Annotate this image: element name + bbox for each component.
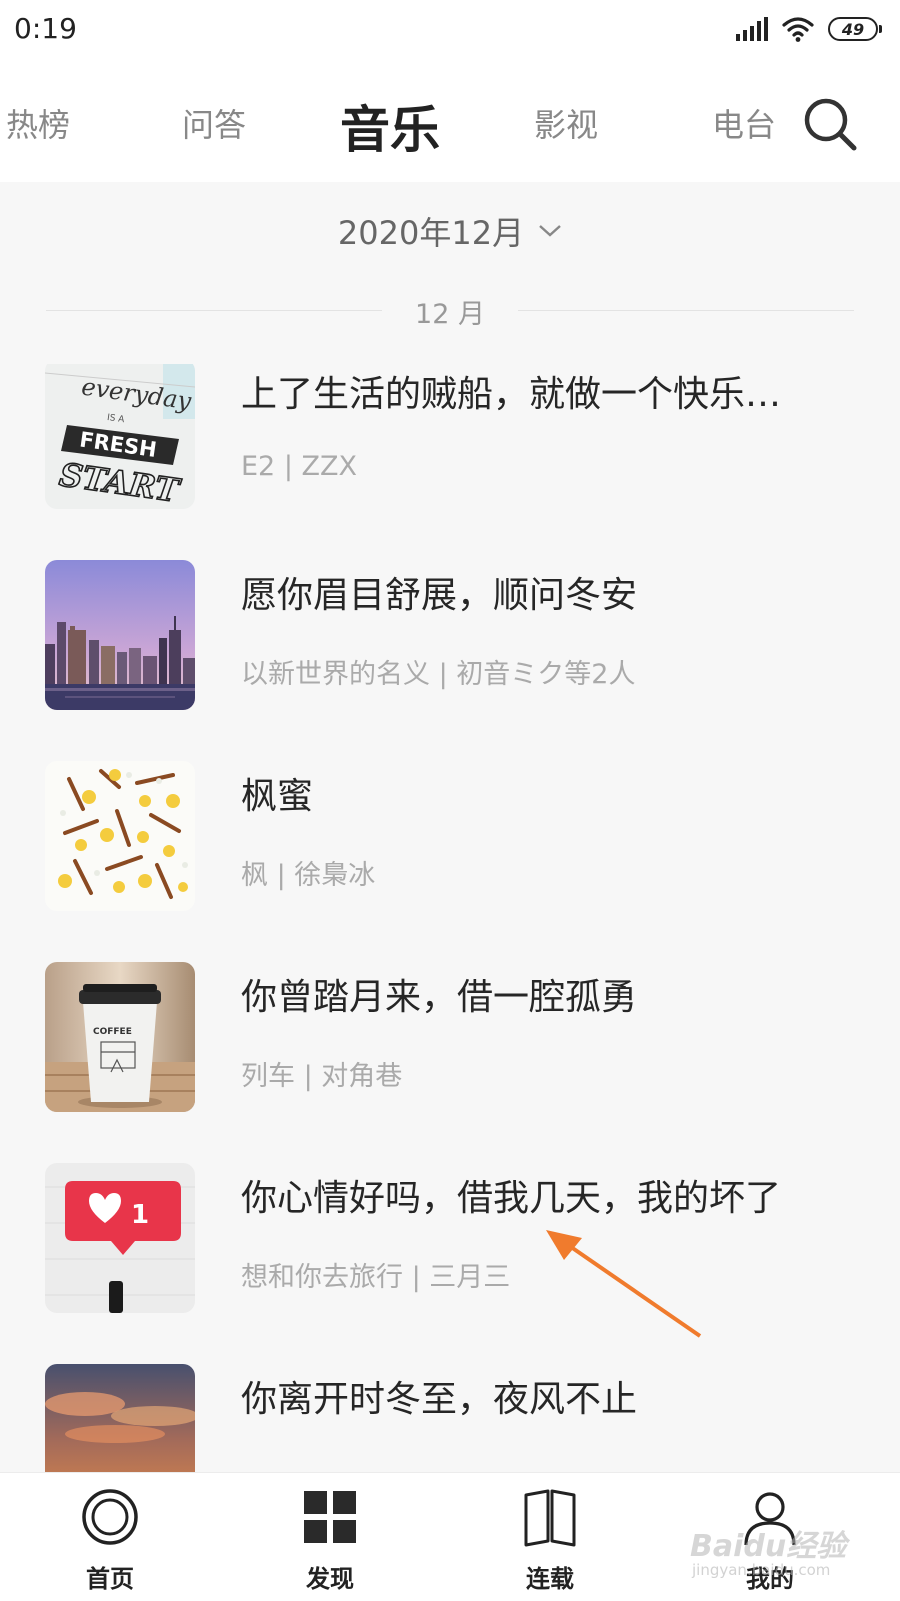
nav-home-label: 首页 (86, 1565, 134, 1593)
tab-radio[interactable]: 电台 (712, 100, 776, 146)
heart-notification-cover: 1 (45, 1163, 195, 1313)
annotation-arrow-icon (546, 1230, 702, 1338)
top-category-nav: 热榜 问答 音乐 影视 电台 (0, 62, 900, 182)
search-icon[interactable] (802, 96, 858, 152)
month-divider: 12 月 (46, 290, 854, 330)
song-list: everyday IS A FRESH START 上了生活的贼船，就做一个快乐… (0, 364, 900, 1472)
song-item[interactable]: 1 你心情好吗，借我几天，我的坏了 想和你去旅行 | 三月三 (0, 1163, 900, 1313)
tab-film[interactable]: 影视 (534, 100, 598, 146)
signal-icon (736, 17, 768, 41)
date-filter-row: 2020年12月 (0, 208, 900, 254)
battery-level: 49 (841, 19, 865, 39)
song-meta: 想和你去旅行 | 三月三 (241, 1262, 511, 1293)
tab-music[interactable]: 音乐 (340, 90, 440, 162)
battery-icon: 49 (828, 17, 882, 41)
song-title: 枫蜜 (241, 776, 314, 817)
everyday-fresh-start-cover: everyday IS A FRESH START (45, 364, 195, 509)
song-meta: 以新世界的名义 | 初音ミク等2人 (241, 659, 636, 690)
cover-text-count: 1 (131, 1200, 149, 1230)
song-title: 你曾踏月来，借一腔孤勇 (241, 977, 638, 1018)
book-icon (524, 1489, 576, 1547)
home-ring-icon (82, 1489, 138, 1545)
grid-icon (304, 1491, 356, 1543)
song-meta: 枫 | 徐梟冰 (241, 860, 376, 891)
nav-home[interactable]: 首页 (40, 1473, 180, 1601)
cover-text-coffee: COFFEE (93, 1027, 132, 1037)
song-title: 你心情好吗，借我几天，我的坏了 (241, 1178, 782, 1219)
watermark-logo: Baidu经验 (690, 1529, 847, 1564)
status-time: 0:19 (14, 12, 77, 45)
watermark-url: jingyan.baidu.com (692, 1561, 831, 1579)
nav-serial[interactable]: 连载 (480, 1473, 620, 1601)
nav-discover-label: 发现 (306, 1565, 354, 1593)
status-icons: 49 (736, 14, 882, 44)
coffee-cup-cover: COFFEE (45, 962, 195, 1112)
song-title: 你离开时冬至，夜风不止 (241, 1379, 638, 1420)
wifi-icon (782, 17, 814, 42)
month-label: 12 月 (415, 299, 485, 330)
tab-hot[interactable]: 热榜 (6, 100, 70, 146)
date-selector-label: 2020年12月 (337, 214, 525, 252)
bottom-nav: 首页 发现 连载 我的 Baidu经验 jingyan.baidu.com (0, 1472, 900, 1601)
city-skyline-cover (45, 560, 195, 710)
song-title: 愿你眉目舒展，顺问冬安 (241, 575, 638, 616)
date-selector[interactable]: 2020年12月 (338, 208, 562, 254)
song-item[interactable]: 愿你眉目舒展，顺问冬安 以新世界的名义 | 初音ミク等2人 (0, 560, 900, 710)
chevron-down-icon (539, 225, 561, 237)
song-item[interactable]: 枫蜜 枫 | 徐梟冰 (0, 761, 900, 911)
status-bar: 0:19 49 (0, 0, 900, 62)
nav-discover[interactable]: 发现 (260, 1473, 400, 1601)
cinnamon-lemon-cover (45, 761, 195, 911)
song-item[interactable]: everyday IS A FRESH START 上了生活的贼船，就做一个快乐… (0, 364, 900, 509)
song-item[interactable]: 你离开时冬至，夜风不止 (0, 1364, 900, 1472)
song-meta: E2 | ZZX (241, 451, 357, 482)
nav-serial-label: 连载 (526, 1565, 574, 1593)
sunset-clouds-cover (45, 1364, 195, 1472)
song-title: 上了生活的贼船，就做一个快乐… (241, 374, 782, 415)
tab-qa[interactable]: 问答 (182, 100, 246, 146)
song-item[interactable]: COFFEE 你曾踏月来，借一腔孤勇 列车 | 对角巷 (0, 962, 900, 1112)
song-meta: 列车 | 对角巷 (241, 1061, 403, 1092)
